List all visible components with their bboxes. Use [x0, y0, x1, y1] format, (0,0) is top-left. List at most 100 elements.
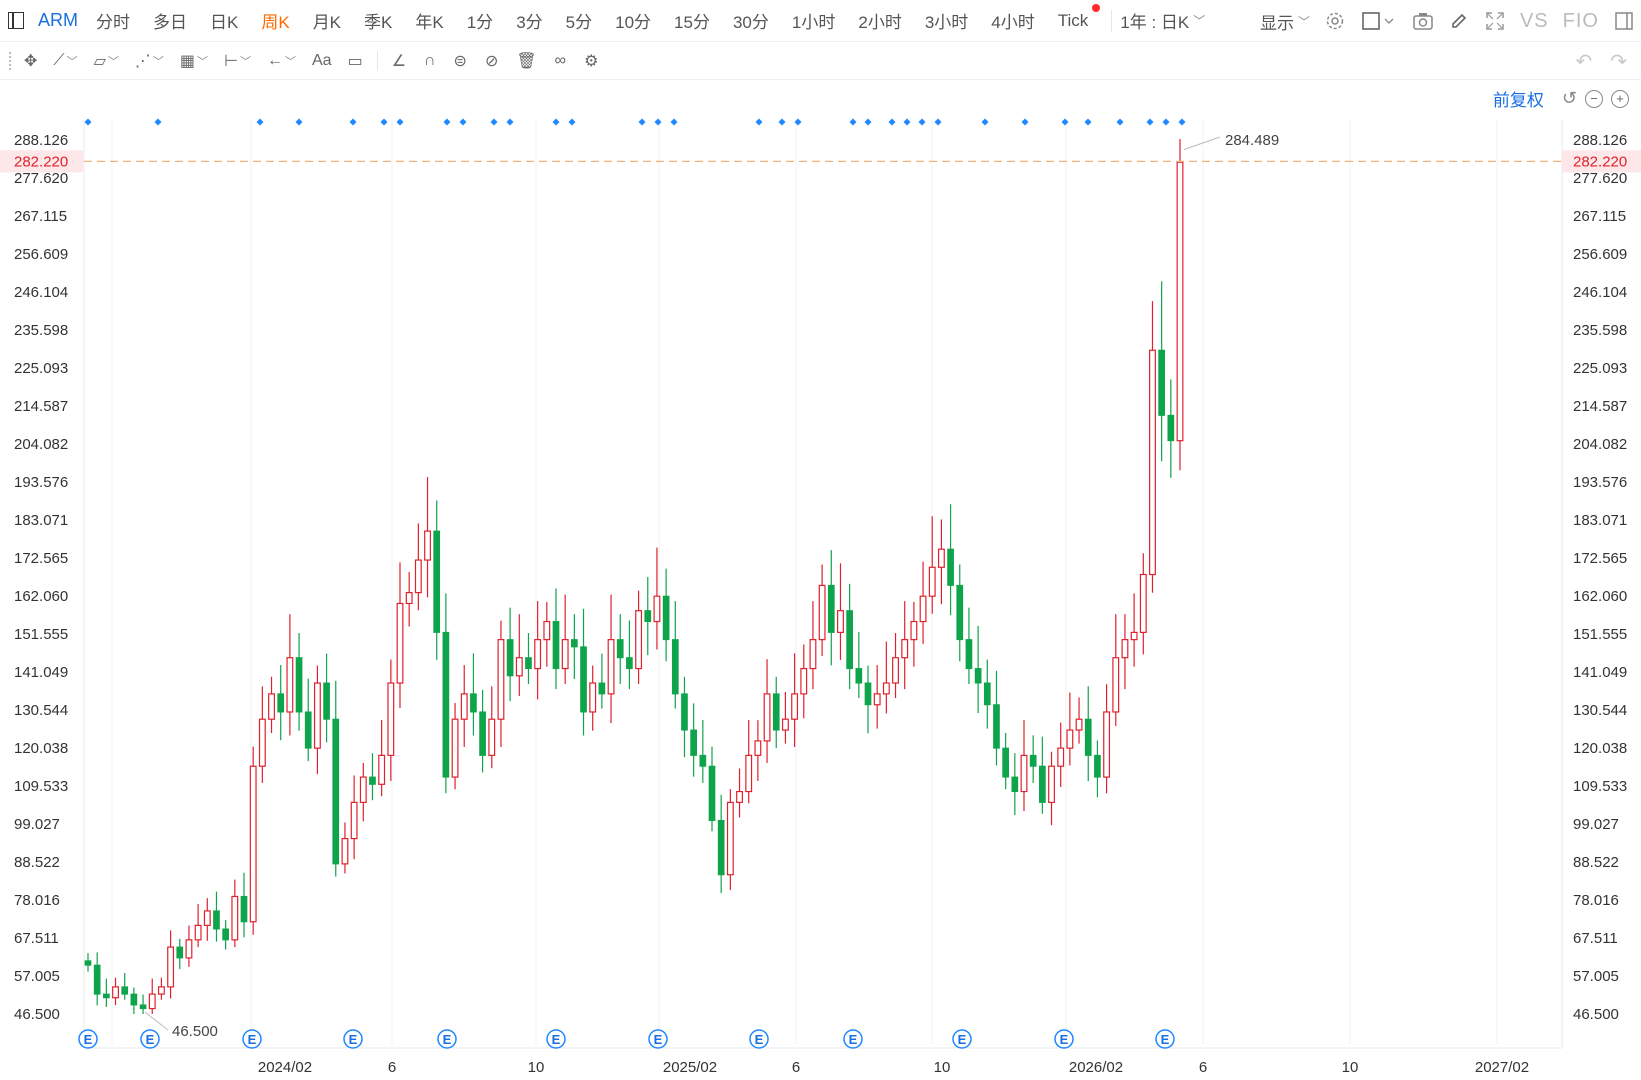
period-yearly[interactable]: 年K [415, 8, 443, 33]
period-monthly[interactable]: 月K [313, 8, 341, 33]
redo-icon[interactable]: ↷ [1610, 49, 1627, 74]
toolbar-grip-icon[interactable] [9, 52, 12, 70]
fib-tool[interactable]: ▦ ﹀ [180, 51, 208, 71]
period-daily[interactable]: 日K [210, 8, 238, 33]
period-2h[interactable]: 2小时 [858, 8, 901, 33]
sidebar-toggle-icon[interactable] [8, 12, 24, 29]
display-dropdown[interactable]: 显示 ﹀ [1260, 9, 1310, 34]
earnings-marker-icon[interactable]: E [343, 1029, 363, 1049]
min-price-label: 46.500 [172, 1023, 218, 1040]
pattern-tool[interactable]: ⋰ ﹀ [135, 51, 164, 71]
candle-body-up [635, 610, 643, 670]
svg-text:E: E [248, 1032, 257, 1047]
period-15m[interactable]: 15分 [674, 8, 710, 33]
arrow-tool[interactable]: ← ﹀ [267, 52, 296, 70]
earnings-marker-icon[interactable]: E [140, 1029, 160, 1049]
text-tool[interactable]: Aa [312, 52, 332, 70]
candle-body-up [515, 657, 523, 677]
period-30m[interactable]: 30分 [733, 8, 769, 33]
period-10m[interactable]: 10分 [615, 8, 651, 33]
settings-tool[interactable]: ⚙ [584, 51, 598, 71]
period-3h[interactable]: 3小时 [925, 8, 968, 33]
y-axis-tick-left: 235.598 [14, 322, 68, 339]
range-select[interactable]: 1年 : 日K ﹀ [1120, 8, 1205, 33]
dividend-marker-icon [256, 118, 264, 126]
shape-tool[interactable]: ▱ ﹀ [94, 51, 119, 71]
lock-drawings-icon: ⊜ [453, 52, 467, 70]
y-axis-tick-left: 162.060 [14, 588, 68, 605]
candle-body-down [1029, 754, 1037, 767]
y-axis-tick-right: 130.544 [1573, 702, 1627, 719]
y-axis-tick-right: 193.576 [1573, 474, 1627, 491]
candle-body-up [1066, 729, 1074, 749]
period-1h[interactable]: 1小时 [792, 8, 835, 33]
period-multiday[interactable]: 多日 [153, 8, 187, 33]
dividend-marker-icon [443, 118, 451, 126]
lock-tool[interactable]: ⊜ [454, 51, 467, 71]
delete-tool[interactable]: 🗑 [516, 51, 536, 71]
period-quarterly[interactable]: 季K [364, 8, 392, 33]
candle-body-up [910, 620, 918, 641]
candle-body-up [882, 682, 890, 695]
earnings-marker-icon[interactable]: E [952, 1029, 972, 1049]
candle-body-up [534, 639, 542, 670]
candle-body-down [240, 895, 248, 923]
earnings-marker-icon[interactable]: E [242, 1029, 262, 1049]
svg-text:E: E [349, 1032, 358, 1047]
candle-body-up [928, 566, 936, 597]
earnings-marker-icon[interactable]: E [749, 1029, 769, 1049]
undo-icon[interactable]: ↶ [1575, 49, 1592, 74]
period-weekly[interactable]: 周K [261, 8, 289, 33]
period-intraday[interactable]: 分时 [96, 8, 130, 33]
candle-body-down [983, 682, 991, 706]
dividend-marker-icon [903, 118, 911, 126]
earnings-marker-icon[interactable]: E [546, 1029, 566, 1049]
link-tool[interactable]: ∞ [555, 52, 566, 70]
earnings-marker-icon[interactable]: E [648, 1029, 668, 1049]
earnings-marker-icon[interactable]: E [1054, 1029, 1074, 1049]
dividend-marker-icon [154, 118, 162, 126]
pencil-icon[interactable] [1448, 10, 1470, 32]
x-axis-tick: 6 [388, 1059, 396, 1076]
layout-icon[interactable] [1360, 10, 1398, 32]
candle-body-down [525, 657, 532, 670]
compare-vs-button[interactable]: VS [1520, 10, 1549, 33]
candlestick-chart[interactable]: 46.500 46.500 57.005 57.005 67.511 67.511 78.0… [0, 80, 1641, 1080]
earnings-marker-icon[interactable]: E [78, 1029, 98, 1049]
fio-button[interactable]: FIO [1563, 10, 1599, 33]
candle-body-up [286, 657, 294, 713]
camera-icon[interactable] [1412, 10, 1434, 32]
period-3m[interactable]: 3分 [516, 8, 542, 33]
line-tool[interactable]: ⟋ ﹀ [53, 52, 77, 70]
dividend-marker-icon [654, 118, 662, 126]
panel-toggle-icon[interactable] [1613, 10, 1635, 32]
candle-body-down [84, 960, 92, 966]
period-toolbar: ARM 分时 多日 日K 周K 月K 季K 年K 1分 3分 5分 10分 15分 30分 1小时 2小时 3… [0, 0, 1641, 42]
earnings-marker-icon[interactable]: E [437, 1029, 457, 1049]
candle-body-down [103, 993, 110, 999]
fullscreen-icon[interactable] [1484, 10, 1506, 32]
earnings-marker-icon[interactable]: E [843, 1029, 863, 1049]
period-5m[interactable]: 5分 [566, 8, 592, 33]
magnet-tool[interactable]: ∩ [424, 52, 436, 70]
candle-body-up [837, 610, 844, 633]
comment-tool[interactable]: ▭ [348, 51, 363, 71]
candle-body-up [763, 693, 771, 742]
live-dot-icon [1092, 3, 1101, 12]
crosshair-tool[interactable]: ✥ [24, 51, 37, 71]
earnings-marker-icon[interactable]: E [1155, 1029, 1175, 1049]
angle-tool[interactable]: ∠ [392, 51, 406, 71]
period-tick[interactable]: Tick [1058, 3, 1101, 31]
candle-body-down [1039, 765, 1046, 803]
toolbar-divider [1111, 9, 1113, 32]
period-1m[interactable]: 1分 [467, 8, 493, 33]
settings-gear-icon[interactable] [1324, 10, 1346, 32]
symbol-label[interactable]: ARM [38, 10, 78, 31]
candle-body-up [167, 946, 175, 988]
measure-tool[interactable]: ⊢ ﹀ [224, 51, 251, 71]
hide-tool[interactable]: ⊘ [485, 51, 498, 71]
period-4h[interactable]: 4小时 [991, 8, 1034, 33]
candle-body-down [571, 639, 578, 648]
candle-body-up [185, 939, 193, 959]
candle-body-up [543, 620, 551, 641]
